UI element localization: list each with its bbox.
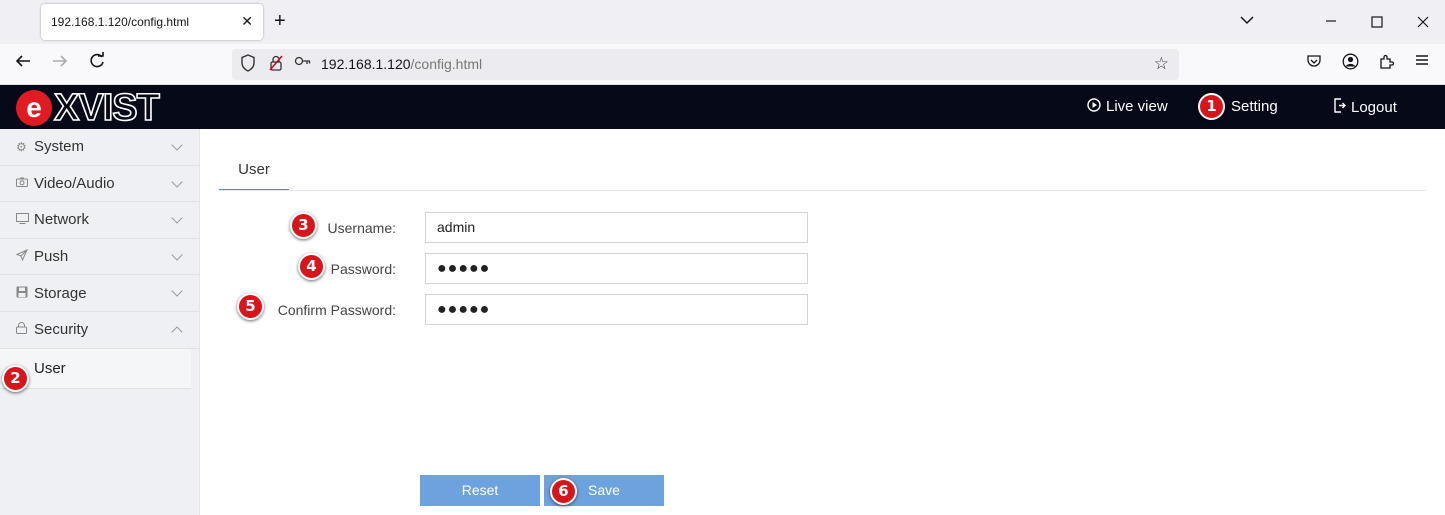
sidebar-item-system[interactable]: ⚙ System (0, 129, 199, 166)
send-icon (15, 249, 30, 264)
close-tab-icon[interactable]: ✕ (241, 13, 253, 30)
close-window-icon[interactable] (1417, 15, 1429, 32)
password-label: Password: (330, 261, 396, 277)
pocket-icon[interactable] (1306, 53, 1322, 74)
back-icon[interactable] (14, 52, 32, 75)
annotation-badge-1: 1 (1198, 93, 1225, 120)
reload-icon[interactable] (88, 52, 106, 75)
logout-label: Logout (1351, 98, 1397, 116)
account-icon[interactable] (1342, 53, 1359, 75)
chevron-up-icon (171, 326, 183, 338)
tab-divider (219, 190, 1426, 191)
minimize-icon[interactable] (1325, 14, 1337, 31)
monitor-icon (16, 212, 30, 227)
address-bar[interactable]: 192.168.1.120/config.html ☆ (232, 49, 1179, 80)
sidebar-item-label: Network (34, 211, 90, 229)
annotation-badge-4: 4 (298, 253, 325, 280)
chevron-down-icon (171, 285, 183, 298)
app-header: e XVIST Live view Setting Logout (0, 85, 1445, 129)
live-view-label: Live view (1106, 98, 1168, 115)
sidebar-subitem-label: User (34, 359, 66, 377)
svg-text:e: e (26, 92, 42, 123)
chevron-down-icon (171, 139, 183, 151)
menu-icon[interactable] (1415, 53, 1429, 72)
bookmark-star-icon[interactable]: ☆ (1154, 54, 1169, 74)
new-tab-button[interactable]: + (274, 9, 286, 33)
nav-setting[interactable]: Setting (1231, 98, 1278, 115)
play-circle-icon (1087, 98, 1101, 115)
username-field[interactable]: admin (425, 212, 808, 243)
password-field[interactable]: ●●●●● (425, 253, 808, 284)
sidebar-item-video-audio[interactable]: Video/Audio (0, 166, 199, 203)
sidebar-item-label: Security (34, 321, 89, 339)
nav-live-view[interactable]: Live view (1087, 98, 1168, 115)
sidebar-item-label: Storage (34, 284, 87, 302)
browser-nav-bar: 192.168.1.120/config.html ☆ (0, 44, 1445, 85)
chevron-down-icon (171, 249, 183, 261)
disk-icon (16, 286, 30, 301)
reset-button[interactable]: Reset (420, 475, 540, 506)
tab-user-label: User (238, 161, 270, 178)
annotation-badge-3: 3 (290, 212, 317, 239)
browser-tab-bar: 192.168.1.120/config.html ✕ + (0, 0, 1445, 44)
browser-tab[interactable]: 192.168.1.120/config.html ✕ (41, 4, 263, 40)
setting-label: Setting (1231, 98, 1278, 115)
maximize-icon[interactable] (1371, 15, 1383, 32)
username-label: Username: (327, 220, 396, 236)
url-path: /config.html (410, 56, 483, 72)
chevron-down-icon (171, 175, 183, 188)
sidebar: ⚙ System Video/Audio Network Push Storag… (0, 129, 200, 515)
annotation-badge-5: 5 (237, 293, 264, 320)
forward-icon[interactable] (51, 52, 69, 75)
annotation-badge-2: 2 (2, 365, 29, 392)
extensions-icon[interactable] (1378, 53, 1395, 75)
camera-icon (16, 176, 30, 190)
url-text[interactable]: 192.168.1.120/config.html (321, 56, 482, 72)
sidebar-item-label: System (34, 138, 85, 156)
insecure-lock-icon[interactable] (268, 54, 284, 78)
key-icon[interactable] (294, 54, 312, 74)
logout-icon (1333, 98, 1346, 116)
nav-logout[interactable]: Logout (1333, 98, 1397, 116)
lock-icon (16, 322, 30, 337)
sidebar-subitem-user[interactable]: User (0, 348, 191, 389)
url-host: 192.168.1.120 (321, 56, 411, 72)
sidebar-item-label: Push (34, 248, 69, 266)
annotation-badge-6: 6 (550, 478, 577, 505)
tab-user[interactable]: User (219, 152, 289, 191)
list-tabs-chevron-icon[interactable] (1240, 12, 1254, 29)
shield-icon[interactable] (240, 54, 256, 78)
gear-icon: ⚙ (16, 139, 27, 154)
tab-title: 192.168.1.120/config.html (51, 15, 190, 29)
svg-text:XVIST: XVIST (54, 87, 160, 127)
sidebar-item-label: Video/Audio (34, 174, 115, 192)
exvist-logo[interactable]: e XVIST (14, 87, 192, 127)
confirm-password-field[interactable]: ●●●●● (425, 294, 808, 325)
